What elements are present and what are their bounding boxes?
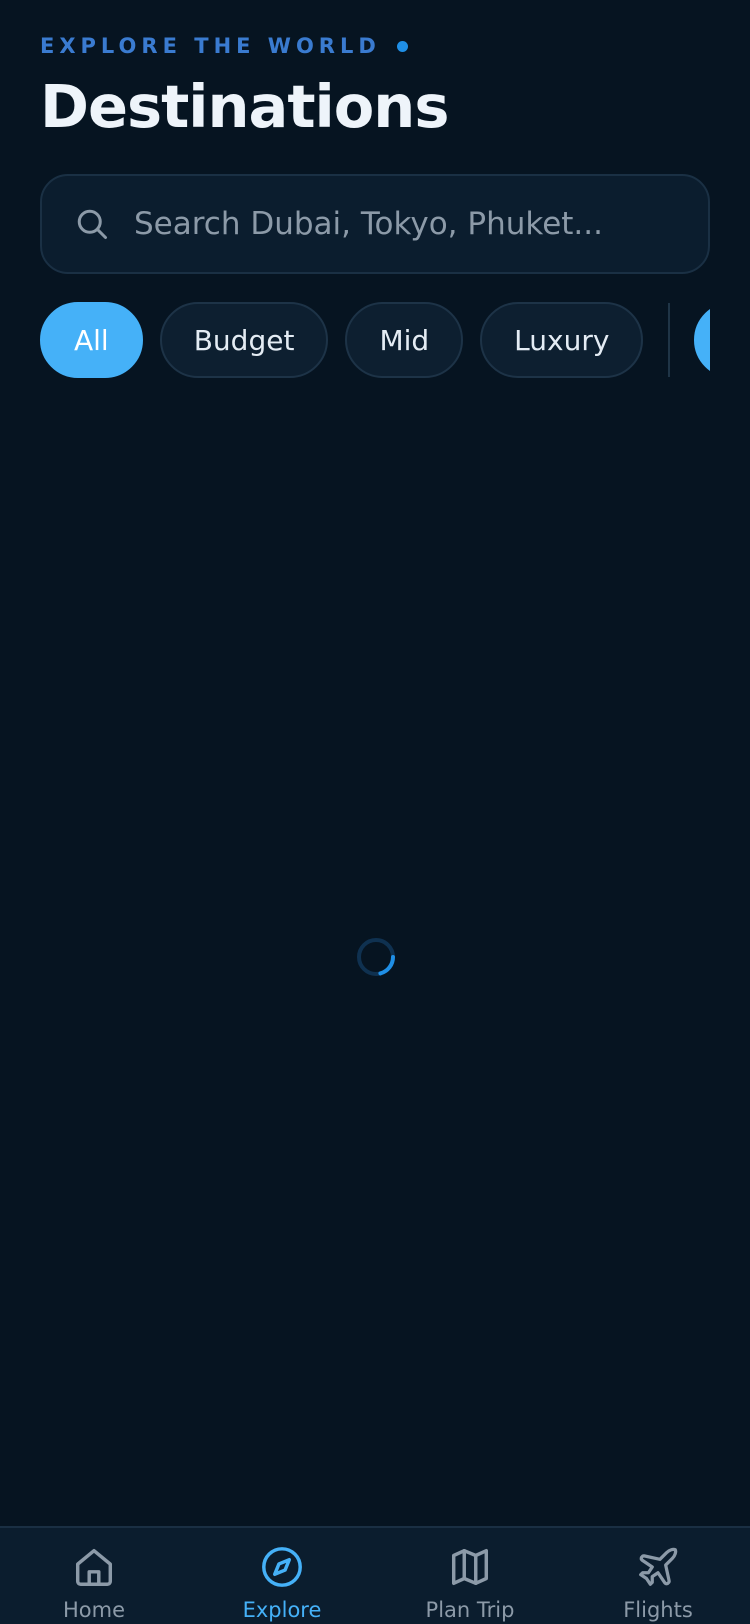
eyebrow-text: EXPLORE THE WORLD [40,34,381,58]
status-dot [396,40,408,52]
filter-chip-budget[interactable]: Budget [159,302,329,378]
destinations-screen: EXPLORE THE WORLD Destinations All Budge… [0,0,750,1624]
compass-icon [262,1547,302,1587]
nav-item-plan-trip[interactable]: Plan Trip [376,1528,564,1624]
plane-icon [639,1547,678,1586]
filter-chips: All Budget Mid Luxury V [40,302,710,378]
nav-label: Flights [623,1598,693,1622]
filter-chip-label: Luxury [514,323,610,357]
filter-chips-row: All Budget Mid Luxury V [40,302,710,378]
search-icon [77,209,107,239]
filter-chip-label: Budget [193,323,295,357]
filter-chip-mid[interactable]: Mid [345,302,464,378]
nav-item-flights[interactable]: Flights [564,1528,750,1624]
filter-chip-label: All [74,323,109,357]
filter-chip-label: Mid [379,323,430,357]
bottom-nav: Home Explore Plan Trip Flights [0,1526,750,1624]
loading-spinner [357,938,395,976]
filter-chip-luxury[interactable]: Luxury [480,302,644,378]
nav-label: Home [62,1598,125,1622]
eyebrow: EXPLORE THE WORLD [40,34,408,58]
page-title: Destinations [40,72,449,141]
filter-chip-partial[interactable]: V [694,302,710,378]
search-input[interactable] [134,194,694,254]
filter-divider [668,303,671,377]
nav-item-explore[interactable]: Explore [188,1528,376,1624]
nav-label: Explore [242,1598,322,1622]
search-box[interactable] [40,174,710,274]
nav-item-home[interactable]: Home [0,1528,188,1624]
nav-label: Plan Trip [425,1598,515,1622]
filter-chip-all[interactable]: All [40,302,143,378]
home-icon [75,1548,113,1586]
map-icon [451,1548,489,1586]
